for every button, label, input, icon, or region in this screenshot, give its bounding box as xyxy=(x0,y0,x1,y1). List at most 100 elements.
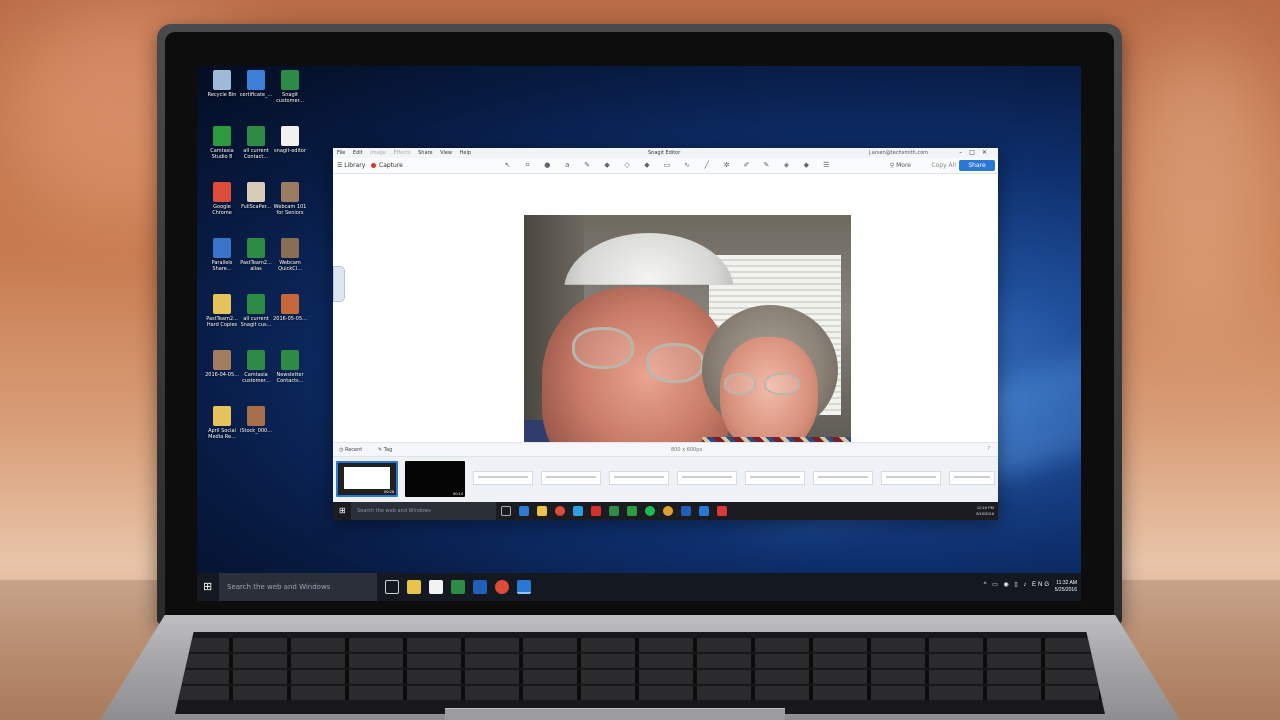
magic-wand-icon[interactable]: ✐ xyxy=(742,161,751,170)
desktop-icon[interactable]: iStock_000... xyxy=(239,406,273,434)
desktop-icon[interactable]: Webcam QuickCl... xyxy=(273,238,307,272)
menu-file[interactable]: File xyxy=(337,150,345,156)
desktop-icon[interactable]: all current Snagit cus... xyxy=(239,294,273,328)
image-size-readout: 800 x 600px xyxy=(671,447,703,453)
close-icon[interactable]: ✕ xyxy=(982,149,994,156)
desktop-icon-label: certificate_... xyxy=(239,92,273,98)
clock-date: 5/25/2016 xyxy=(1054,587,1077,593)
line-tool-icon[interactable]: ∿ xyxy=(682,161,691,170)
system-tray[interactable]: ^ ▭ ◉ ▯ ♪ ENG xyxy=(984,581,1051,588)
desktop-icon[interactable]: 2016-05-05... xyxy=(273,294,307,322)
menu-effects[interactable]: Effects xyxy=(394,150,411,156)
blur-tool-icon[interactable]: ✎ xyxy=(762,161,771,170)
desktop-icon-label: FullScaPer... xyxy=(241,204,271,210)
camtasia-icon xyxy=(627,506,637,516)
shape-tool-icon[interactable]: ◇ xyxy=(623,161,632,170)
capture-thumbnail[interactable] xyxy=(949,471,995,485)
callout-tool-icon[interactable]: ● xyxy=(543,161,552,170)
outlook-icon[interactable] xyxy=(473,580,487,594)
capture-thumbnail[interactable] xyxy=(677,471,737,485)
crop-tool-icon[interactable]: ⌗ xyxy=(523,161,532,170)
recent-tab[interactable]: ◷ Recent xyxy=(339,447,362,453)
stamp-tool-icon[interactable]: ◆ xyxy=(603,161,612,170)
options-icon[interactable]: ☰ xyxy=(822,161,831,170)
desktop-icon-label: PastTeam2... Hard Copies xyxy=(206,316,238,328)
chrome-icon xyxy=(663,506,673,516)
fill-tool-icon[interactable]: ◆ xyxy=(642,161,651,170)
desktop-icon[interactable]: Camtasia customer... xyxy=(239,350,273,384)
desktop-icon[interactable]: snagit-editor xyxy=(273,126,307,154)
desktop-icon[interactable]: Parallels Share... xyxy=(205,238,239,272)
desktop-icon[interactable]: PastTeam2... alias xyxy=(239,238,273,272)
captured-search-box: Search the web and Windows xyxy=(351,502,496,520)
desktop-icon-label: Webcam 101 for Seniors xyxy=(273,204,307,216)
menu-image[interactable]: Image xyxy=(370,150,386,156)
excel-icon[interactable] xyxy=(451,580,465,594)
desktop-icon[interactable]: Camtasia Studio 8 xyxy=(205,126,239,160)
desktop-icon[interactable]: 2016-04-05... xyxy=(205,350,239,378)
account-email[interactable]: j.arsen@techsmith.com xyxy=(869,150,928,156)
desktop-icon[interactable]: Google Chrome xyxy=(205,182,239,216)
desktop-icon[interactable]: all current Contact... xyxy=(239,126,273,160)
sidebar-expand-handle[interactable] xyxy=(333,266,345,302)
chrome-icon[interactable] xyxy=(495,580,509,594)
captured-taskbar: ⊞ Search the web and Windows 12:16 PM 5/… xyxy=(333,502,998,520)
capture-thumbnail[interactable] xyxy=(813,471,873,485)
arrow-tool-icon[interactable]: ↖ xyxy=(503,161,512,170)
capture-thumbnail[interactable] xyxy=(881,471,941,485)
menu-help[interactable]: Help xyxy=(460,150,471,156)
maximize-icon[interactable]: □ xyxy=(969,149,982,156)
folder-icon[interactable] xyxy=(407,580,421,594)
capture-thumbnail[interactable] xyxy=(473,471,533,485)
desktop-icon-label: iStock_000... xyxy=(239,428,273,434)
taskbar-search-box[interactable]: Search the web and Windows xyxy=(219,573,377,601)
desktop-icon-label: Parallels Share... xyxy=(211,260,233,272)
share-button[interactable]: Share xyxy=(959,160,995,171)
desktop-icon[interactable]: Recycle Bin xyxy=(205,70,239,98)
spotlight-tool-icon[interactable]: ◆ xyxy=(802,161,811,170)
desktop-icon[interactable]: FullScaPer... xyxy=(239,182,273,210)
capture-button[interactable]: Capture xyxy=(371,162,403,169)
text-tool-icon[interactable]: a xyxy=(563,161,572,170)
taskbar-clock[interactable]: 11:32 AM 5/25/2016 xyxy=(1055,580,1077,594)
store-icon[interactable] xyxy=(429,580,443,594)
select-tool-icon[interactable]: ▭ xyxy=(662,161,671,170)
windows-start-icon[interactable]: ⊞ xyxy=(203,580,212,593)
more-button[interactable]: ⚲ More xyxy=(890,162,911,169)
webcam-capture-image[interactable] xyxy=(524,215,851,460)
library-button[interactable]: ☰ Library xyxy=(337,162,365,169)
editor-canvas[interactable] xyxy=(333,174,998,460)
capture-thumbnail[interactable]: 00:14 xyxy=(405,461,465,497)
file-icon xyxy=(247,294,265,314)
help-icon[interactable]: ? xyxy=(987,446,990,452)
desktop-icon-label: Camtasia Studio 8 xyxy=(210,148,234,160)
desktop-icon[interactable]: Newsletter Contacts... xyxy=(273,350,307,384)
tag-tab[interactable]: ✎ Tag xyxy=(378,447,392,453)
snagit-icon[interactable] xyxy=(517,580,531,594)
menu-view[interactable]: View xyxy=(440,150,452,156)
task-view-icon[interactable] xyxy=(385,580,399,594)
capture-thumbnail[interactable]: 00:28 xyxy=(336,461,398,497)
desktop-icon-label: Snagit customer... xyxy=(276,92,304,104)
pen-tool-icon[interactable]: ✎ xyxy=(583,161,592,170)
file-icon xyxy=(247,126,265,146)
file-icon xyxy=(281,126,299,146)
capture-thumbnail[interactable] xyxy=(745,471,805,485)
highlighter-tool-icon[interactable]: ╱ xyxy=(702,161,711,170)
desktop-icon[interactable]: Webcam 101 for Seniors xyxy=(273,182,307,216)
desktop-icon[interactable]: certificate_... xyxy=(239,70,273,98)
minimize-icon[interactable]: – xyxy=(959,149,969,156)
capture-thumbnail[interactable] xyxy=(609,471,669,485)
desktop-icon[interactable]: April Social Media Re... xyxy=(205,406,239,440)
eraser-tool-icon[interactable]: ◈ xyxy=(782,161,791,170)
menu-edit[interactable]: Edit xyxy=(353,150,363,156)
thumbnail-duration: 00:14 xyxy=(452,491,463,496)
desktop-icon[interactable]: PastTeam2... Hard Copies xyxy=(205,294,239,328)
desktop-icon[interactable]: Snagit customer... xyxy=(273,70,307,104)
capture-thumbnail[interactable] xyxy=(541,471,601,485)
man-glasses-left xyxy=(572,327,634,369)
copy-all-button[interactable]: Copy All xyxy=(931,162,956,169)
language-indicator[interactable]: ENG xyxy=(1032,582,1051,588)
step-tool-icon[interactable]: ✲ xyxy=(722,161,731,170)
menu-share[interactable]: Share xyxy=(418,150,432,156)
